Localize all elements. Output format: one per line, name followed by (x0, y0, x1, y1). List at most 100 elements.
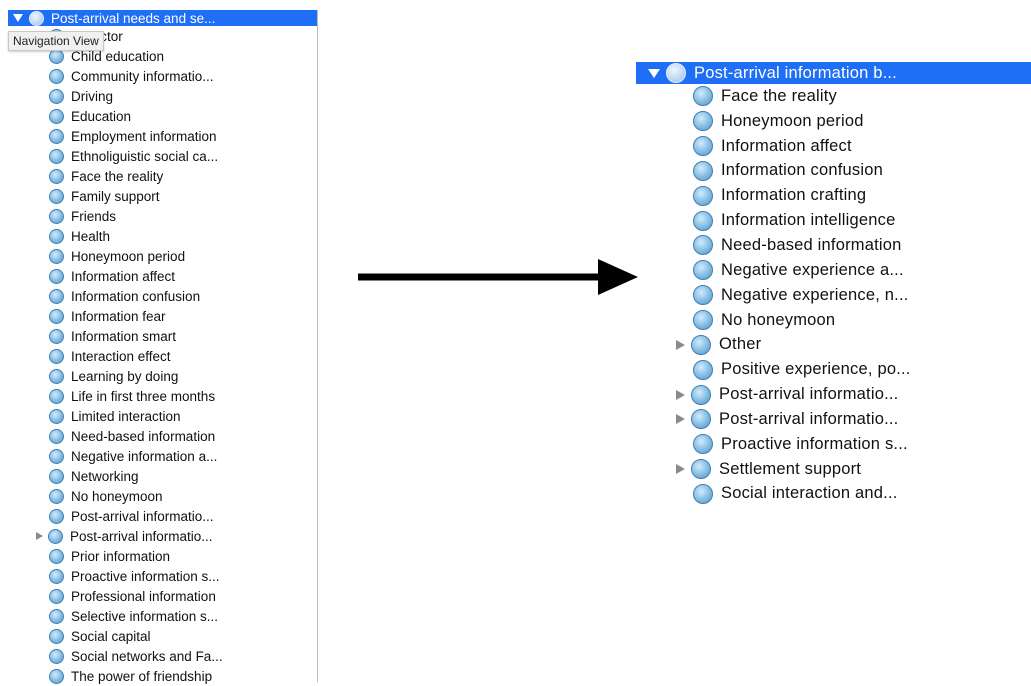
tree-item[interactable]: Information smart (8, 326, 317, 346)
tree-item-label: Face the reality (721, 86, 838, 105)
tree-root-row[interactable]: Post-arrival information b... (636, 62, 1031, 84)
tree-item[interactable]: Professional information (8, 586, 317, 606)
right-arrow-icon (358, 259, 638, 295)
disclosure-triangle-icon[interactable] (13, 14, 23, 22)
node-circle-icon (691, 384, 711, 405)
tree-item[interactable]: Post-arrival informatio... (8, 506, 317, 526)
tree-item-label: Proactive information s... (721, 434, 908, 453)
node-circle-icon (693, 235, 713, 256)
tree-item-label: Proactive information s... (71, 568, 220, 584)
tree-item[interactable]: Information intelligence (636, 208, 1031, 233)
disclosure-triangle-icon[interactable] (676, 414, 685, 425)
tree-item[interactable]: Friends (8, 206, 317, 226)
node-circle-icon (49, 508, 64, 524)
tree-item[interactable]: Information fear (8, 306, 317, 326)
tree-items: Face the reality Honeymoon period Informat… (636, 84, 1031, 506)
node-circle-icon (49, 188, 64, 204)
node-circle-icon (49, 588, 64, 604)
node-circle-icon (49, 468, 64, 484)
tree-item-label: Information confusion (721, 161, 883, 180)
tree-item[interactable]: Employment information (8, 126, 317, 146)
tree-item[interactable]: Negative experience, n... (636, 283, 1031, 308)
tree-item[interactable]: Information confusion (636, 159, 1031, 184)
tree-item[interactable]: Life in first three months (8, 386, 317, 406)
node-circle-icon (691, 409, 711, 430)
tree-item-label: Information intelligence (721, 211, 896, 230)
tree-item[interactable]: Negative information a... (8, 446, 317, 466)
tree-item-label: Selective information s... (71, 608, 219, 624)
disclosure-triangle-icon[interactable] (676, 339, 685, 350)
tree-item[interactable]: No honeymoon (636, 308, 1031, 333)
tree-item[interactable]: Health (8, 226, 317, 246)
tree-item[interactable]: Negative experience a... (636, 258, 1031, 283)
tree-root-row[interactable]: Post-arrival needs and se... (8, 10, 317, 26)
tree-item-label: Health (71, 228, 111, 244)
tree-item[interactable]: Information affect (636, 134, 1031, 159)
tree-item[interactable]: The power of friendship (8, 666, 317, 686)
tree-item[interactable]: Community informatio... (8, 66, 317, 86)
tree-item[interactable]: Social capital (8, 626, 317, 646)
tree-item[interactable]: Networking (8, 466, 317, 486)
node-circle-icon (49, 108, 64, 124)
node-circle-icon (49, 288, 64, 304)
node-circle-icon (49, 448, 64, 464)
tree-item-label: Honeymoon period (721, 111, 864, 130)
tree-item[interactable]: Need-based information (636, 233, 1031, 258)
tree-item[interactable]: Post-arrival informatio... (8, 526, 317, 546)
tree-item-label: Post-arrival informatio... (70, 528, 213, 544)
tree-item-label: Learning by doing (71, 368, 179, 384)
disclosure-triangle-icon[interactable] (648, 68, 660, 78)
tree-item[interactable]: Face the reality (8, 166, 317, 186)
tree-item[interactable]: Information confusion (8, 286, 317, 306)
tree-item[interactable]: Information affect (8, 266, 317, 286)
tree-item[interactable]: Proactive information s... (636, 432, 1031, 457)
tree-item[interactable]: Proactive information s... (8, 566, 317, 586)
tree-item[interactable]: Social interaction and... (636, 482, 1031, 507)
tree-item[interactable]: Honeymoon period (8, 246, 317, 266)
tree-item-label: Information affect (721, 136, 852, 155)
tree-item[interactable]: Selective information s... (8, 606, 317, 626)
tree-item[interactable]: Ethnoliguistic social ca... (8, 146, 317, 166)
tree-item[interactable]: Positive experience, po... (636, 357, 1031, 382)
node-circle-icon (691, 459, 711, 480)
tree-item[interactable]: Post-arrival informatio... (636, 407, 1031, 432)
tree-item[interactable]: Settlement support (636, 457, 1031, 482)
tree-item-label: Friends (71, 208, 117, 224)
tree-item[interactable]: Social networks and Fa... (8, 646, 317, 666)
node-circle-icon (48, 528, 63, 544)
tree-item[interactable]: Learning by doing (8, 366, 317, 386)
tree-item[interactable]: Other (636, 332, 1031, 357)
tree-item[interactable]: Post-arrival informatio... (636, 382, 1031, 407)
tree-item[interactable]: Information crafting (636, 183, 1031, 208)
tree-item[interactable]: Need-based information (8, 426, 317, 446)
tree-item-label: Information confusion (71, 288, 201, 304)
tree-item[interactable]: Driving (8, 86, 317, 106)
tree-item[interactable]: Interaction effect (8, 346, 317, 366)
tree-item[interactable]: No honeymoon (8, 486, 317, 506)
tree-item[interactable]: Face the reality (636, 84, 1031, 109)
tree-item[interactable]: Prior information (8, 546, 317, 566)
tree-item-label: Need-based information (71, 428, 216, 444)
tree-item[interactable]: Limited interaction (8, 406, 317, 426)
disclosure-triangle-icon[interactable] (676, 389, 685, 400)
node-circle-icon (693, 434, 713, 455)
node-circle-icon (49, 648, 64, 664)
tree-item-label: Negative experience a... (721, 260, 904, 279)
node-circle-icon (49, 368, 64, 384)
node-circle-icon (49, 568, 64, 584)
disclosure-triangle-icon[interactable] (36, 532, 43, 540)
disclosure-triangle-icon[interactable] (676, 464, 685, 475)
tree-item[interactable]: Honeymoon period (636, 109, 1031, 134)
tree-item-label: Information smart (71, 328, 177, 344)
tree-item[interactable]: Education (8, 106, 317, 126)
node-circle-icon (49, 608, 64, 624)
node-circle-icon (693, 86, 713, 107)
tree-item-label: Negative information a... (71, 448, 218, 464)
tree-items: ve factorChild educationCommunity inform… (8, 26, 317, 686)
node-circle-icon (49, 248, 64, 264)
tree-item-label: Social interaction and... (721, 484, 898, 503)
tree-item[interactable]: Family support (8, 186, 317, 206)
node-circle-icon (49, 488, 64, 504)
tree-item-label: Ethnoliguistic social ca... (71, 148, 219, 164)
tree-item-label: No honeymoon (721, 310, 836, 329)
